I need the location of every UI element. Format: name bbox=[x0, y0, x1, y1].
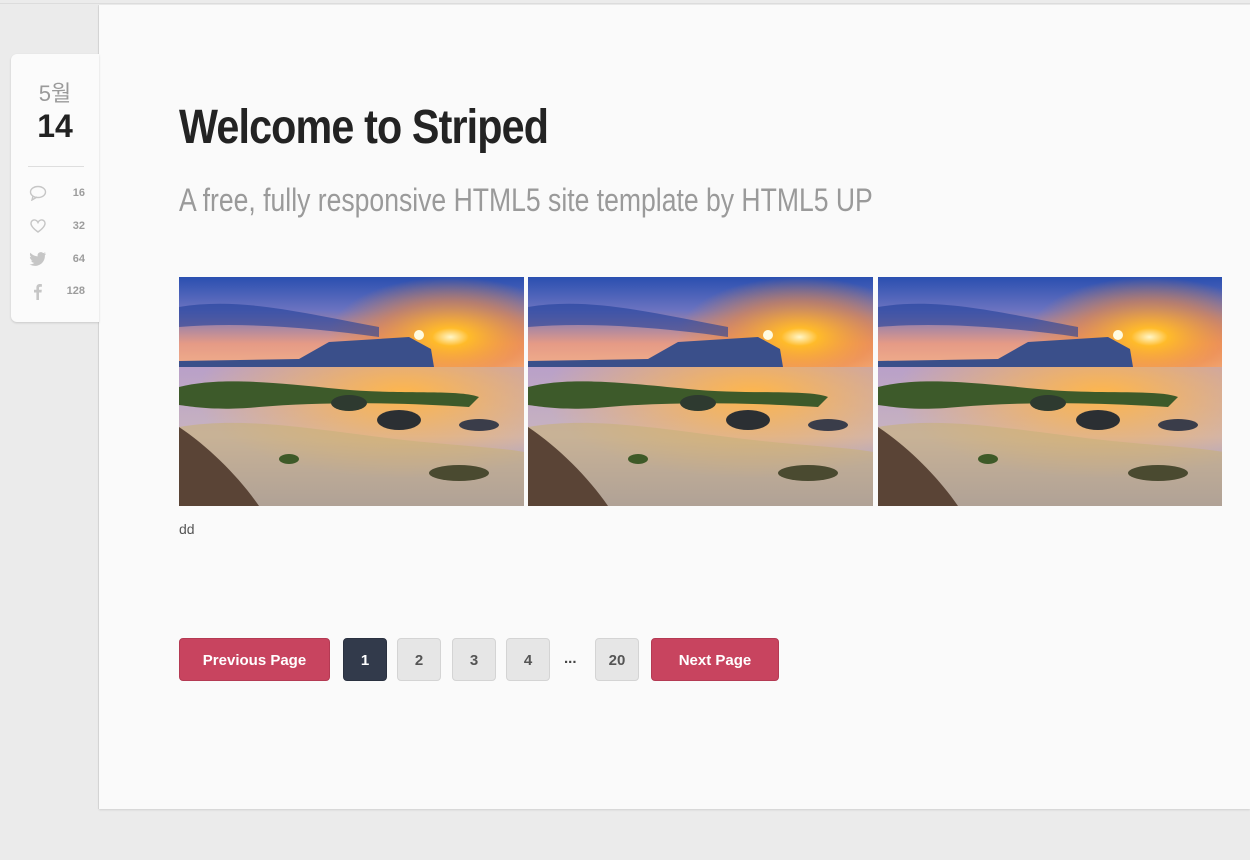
post-title[interactable]: Welcome to Striped bbox=[179, 100, 549, 155]
twitter-stat[interactable]: 64 bbox=[29, 250, 89, 270]
post-month: 5월 bbox=[38, 81, 72, 106]
comments-stat[interactable]: 16 bbox=[29, 184, 89, 204]
page-button-4[interactable]: 4 bbox=[506, 638, 550, 681]
heart-icon bbox=[30, 219, 46, 233]
likes-stat[interactable]: 32 bbox=[29, 217, 89, 237]
post-image-3 bbox=[878, 277, 1222, 506]
post-date-card: 5월 14 16 32 64 128 bbox=[11, 54, 99, 322]
previous-page-button[interactable]: Previous Page bbox=[179, 638, 330, 681]
page-button-2[interactable]: 2 bbox=[397, 638, 441, 681]
facebook-stat[interactable]: 128 bbox=[29, 282, 89, 302]
likes-count: 32 bbox=[72, 220, 85, 232]
twitter-icon bbox=[29, 252, 46, 266]
next-page-button[interactable]: Next Page bbox=[651, 638, 779, 681]
post-subtitle: A free, fully responsive HTML5 site temp… bbox=[179, 182, 873, 218]
date-divider bbox=[28, 166, 84, 167]
post-day: 14 bbox=[37, 108, 73, 144]
post-caption: dd bbox=[179, 521, 195, 537]
pagination-ellipsis: ... bbox=[564, 650, 577, 667]
post-image-1 bbox=[179, 277, 524, 506]
comments-count: 16 bbox=[72, 187, 85, 199]
page-button-3[interactable]: 3 bbox=[452, 638, 496, 681]
top-border bbox=[0, 3, 1250, 4]
post-image-2 bbox=[528, 277, 873, 506]
comment-icon bbox=[29, 185, 47, 201]
twitter-count: 64 bbox=[72, 253, 85, 265]
page-button-20[interactable]: 20 bbox=[595, 638, 639, 681]
facebook-icon bbox=[34, 284, 42, 300]
facebook-count: 128 bbox=[66, 285, 85, 297]
page-button-1[interactable]: 1 bbox=[343, 638, 387, 681]
